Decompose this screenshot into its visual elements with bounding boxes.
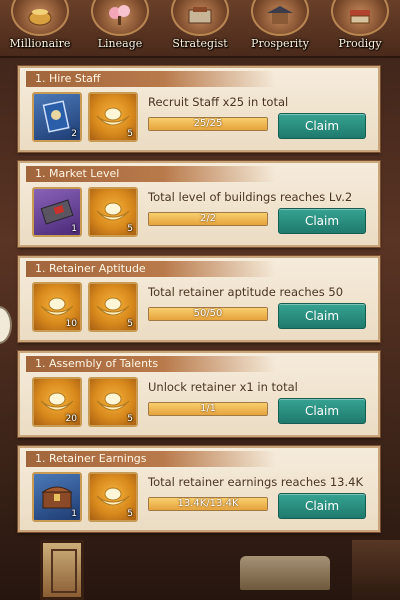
blossom-tree-icon <box>91 0 149 36</box>
quest-title: 1. Retainer Aptitude <box>26 261 276 277</box>
tab-prodigy[interactable]: Prodigy <box>320 0 400 58</box>
quest-description: Total retainer earnings reaches 13.4K <box>148 475 364 489</box>
quest-progress-bar: 50/50 <box>148 307 268 321</box>
reward-qty: 5 <box>127 414 133 424</box>
quest-progress-bar: 25/25 <box>148 117 268 131</box>
stand-decoration <box>352 540 400 600</box>
tab-label: Lineage <box>97 37 143 50</box>
claim-button[interactable]: Claim <box>278 398 366 424</box>
quest-card: 1. Assembly of Talents 20 5 Unlock retai… <box>18 351 380 437</box>
quest-progress-bar: 2/2 <box>148 212 268 226</box>
quest-title: 1. Hire Staff <box>26 71 276 87</box>
tab-lineage[interactable]: Lineage <box>80 0 160 58</box>
tab-strategist[interactable]: Strategist <box>160 0 240 58</box>
claim-button[interactable]: Claim <box>278 208 366 234</box>
reward-slot[interactable]: 5 <box>88 187 138 237</box>
category-tab-bar: Millionaire Lineage Strategist Prosperit… <box>0 0 400 58</box>
reward-qty: 1 <box>71 224 77 234</box>
scroll-desk-icon <box>171 0 229 36</box>
reward-qty: 5 <box>127 224 133 234</box>
reward-qty: 5 <box>127 509 133 519</box>
quest-description: Total retainer aptitude reaches 50 <box>148 285 344 299</box>
reward-slot[interactable]: 2 <box>32 92 82 142</box>
quest-card: 1. Hire Staff 2 5 Recruit Staff x25 in t… <box>18 66 380 152</box>
tab-label: Prodigy <box>338 37 382 50</box>
quest-description: Recruit Staff x25 in total <box>148 95 289 109</box>
progress-text: 13.4K/13.4K <box>177 498 239 509</box>
tab-label: Millionaire <box>9 37 71 50</box>
claim-button[interactable]: Claim <box>278 493 366 519</box>
reward-slot[interactable]: 10 <box>32 282 82 332</box>
reward-slot[interactable]: 20 <box>32 377 82 427</box>
tab-millionaire[interactable]: Millionaire <box>0 0 80 58</box>
quest-description: Unlock retainer x1 in total <box>148 380 298 394</box>
quest-title: 1. Retainer Earnings <box>26 451 276 467</box>
reward-slot[interactable]: 5 <box>88 472 138 522</box>
claim-button[interactable]: Claim <box>278 113 366 139</box>
tab-prosperity[interactable]: Prosperity <box>240 0 320 58</box>
reward-qty: 20 <box>65 414 77 424</box>
progress-text: 2/2 <box>199 213 217 224</box>
reward-qty: 2 <box>71 129 77 139</box>
quest-progress-bar: 13.4K/13.4K <box>148 497 268 511</box>
reward-qty: 5 <box>127 129 133 139</box>
reward-slot[interactable]: 1 <box>32 187 82 237</box>
quest-description: Total level of buildings reaches Lv.2 <box>148 190 353 204</box>
quest-card: 1. Retainer Earnings 1 5 Total retainer … <box>18 446 380 532</box>
progress-text: 25/25 <box>193 118 223 129</box>
side-drawer-handle[interactable] <box>0 306 12 344</box>
tab-label: Strategist <box>172 37 228 50</box>
quest-title: 1. Market Level <box>26 166 276 182</box>
reward-qty: 5 <box>127 319 133 329</box>
books-icon <box>331 0 389 36</box>
gold-pot-icon <box>11 0 69 36</box>
reward-slot[interactable]: 5 <box>88 377 138 427</box>
lantern-decoration <box>40 540 84 600</box>
pavilion-icon <box>251 0 309 36</box>
reward-slot[interactable]: 5 <box>88 282 138 332</box>
quest-progress-bar: 1/1 <box>148 402 268 416</box>
quest-card: 1. Retainer Aptitude 10 5 Total retainer… <box>18 256 380 342</box>
quest-card: 1. Market Level 1 5 Total level of build… <box>18 161 380 247</box>
reward-slot[interactable]: 1 <box>32 472 82 522</box>
claim-button[interactable]: Claim <box>278 303 366 329</box>
tab-label: Prosperity <box>251 37 309 50</box>
reward-qty: 10 <box>65 319 77 329</box>
book-decoration <box>240 556 330 590</box>
reward-qty: 1 <box>71 509 77 519</box>
progress-text: 50/50 <box>193 308 223 319</box>
reward-slot[interactable]: 5 <box>88 92 138 142</box>
quest-title: 1. Assembly of Talents <box>26 356 276 372</box>
progress-text: 1/1 <box>199 403 217 414</box>
